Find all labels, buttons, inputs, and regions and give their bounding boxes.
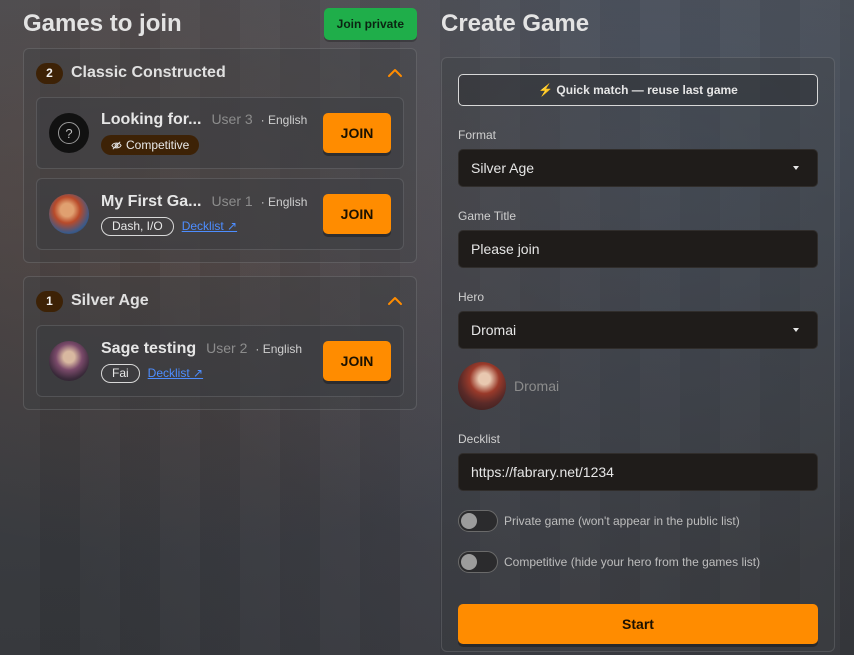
format-value: Silver Age bbox=[471, 160, 535, 176]
game-group-silver-age: 1 Silver Age Sage testing User 2 · Engli… bbox=[23, 276, 417, 410]
game-row: My First Ga... User 1 · English Dash, I/… bbox=[36, 178, 404, 250]
game-language: · English bbox=[260, 113, 308, 127]
format-select[interactable]: Silver Age bbox=[458, 149, 818, 187]
caret-down-icon bbox=[793, 328, 799, 332]
game-language: · English bbox=[255, 341, 303, 356]
caret-down-icon bbox=[793, 166, 799, 170]
hero-select[interactable]: Dromai bbox=[458, 311, 818, 349]
hero-preview-name: Dromai bbox=[514, 378, 560, 394]
private-game-row: Private game (won't appear in the public… bbox=[458, 509, 818, 533]
create-game-panel: Create Game ⚡ Quick match — reuse last g… bbox=[441, 0, 835, 652]
game-group-classic-constructed: 2 Classic Constructed ? Looking for... U… bbox=[23, 48, 417, 263]
hero-value: Dromai bbox=[471, 322, 517, 338]
game-host: User 3 bbox=[211, 111, 253, 127]
join-button[interactable]: JOIN bbox=[323, 113, 391, 153]
hero-avatar bbox=[49, 194, 89, 234]
decklist-label: Decklist bbox=[458, 432, 501, 446]
game-title: Sage testing bbox=[101, 339, 197, 357]
game-info: Looking for... User 3 · English Competit… bbox=[101, 111, 323, 155]
games-to-join-panel: Games to join Join private 2 Classic Con… bbox=[23, 0, 417, 423]
game-host: User 2 bbox=[206, 339, 248, 356]
chevron-up-icon[interactable] bbox=[386, 292, 404, 310]
create-game-form: ⚡ Quick match — reuse last game Format S… bbox=[441, 57, 835, 652]
hero-preview: Dromai bbox=[458, 362, 818, 410]
competitive-row: Competitive (hide your hero from the gam… bbox=[458, 550, 818, 574]
game-row: Sage testing User 2 · English Fai Deckli… bbox=[36, 325, 404, 397]
game-title-input[interactable]: Please join bbox=[458, 230, 818, 268]
game-title-label: Game Title bbox=[458, 209, 517, 223]
group-count-badge: 1 bbox=[36, 290, 63, 312]
join-button[interactable]: JOIN bbox=[323, 194, 391, 234]
unknown-hero-icon: ? bbox=[49, 113, 89, 153]
eye-off-icon bbox=[111, 141, 122, 149]
decklist-input[interactable]: https://fabrary.net/1234 bbox=[458, 453, 818, 491]
start-button[interactable]: Start bbox=[458, 604, 818, 644]
games-title: Games to join bbox=[23, 10, 182, 37]
competitive-label: Competitive (hide your hero from the gam… bbox=[504, 555, 761, 569]
group-title: Classic Constructed bbox=[71, 64, 226, 81]
game-host: User 1 bbox=[211, 192, 253, 209]
private-game-toggle[interactable] bbox=[458, 510, 498, 532]
join-button[interactable]: JOIN bbox=[323, 341, 391, 381]
group-header[interactable]: 1 Silver Age bbox=[36, 277, 404, 325]
quick-match-button[interactable]: ⚡ Quick match — reuse last game bbox=[458, 74, 818, 106]
hero-tag: Fai bbox=[101, 363, 140, 383]
create-header: Create Game bbox=[441, 0, 835, 48]
competitive-tag: Competitive bbox=[101, 135, 200, 155]
format-label: Format bbox=[458, 128, 497, 142]
group-header[interactable]: 2 Classic Constructed bbox=[36, 49, 404, 97]
create-title: Create Game bbox=[441, 10, 590, 37]
decklist-link[interactable]: Decklist ↗ bbox=[148, 366, 203, 380]
private-game-label: Private game (won't appear in the public… bbox=[504, 514, 740, 528]
group-count-badge: 2 bbox=[36, 62, 63, 84]
game-row: ? Looking for... User 3 · English Compet… bbox=[36, 97, 404, 169]
game-title-value: Please join bbox=[471, 241, 540, 257]
hero-avatar bbox=[49, 341, 89, 381]
chevron-up-icon[interactable] bbox=[386, 64, 404, 82]
game-info: My First Ga... User 1 · English Dash, I/… bbox=[101, 193, 323, 236]
hero-tag: Dash, I/O bbox=[101, 216, 174, 236]
game-language: · English bbox=[260, 194, 308, 209]
game-info: Sage testing User 2 · English Fai Deckli… bbox=[101, 340, 323, 383]
hero-label: Hero bbox=[458, 290, 485, 304]
game-title: My First Ga... bbox=[101, 192, 202, 210]
hero-portrait bbox=[458, 362, 506, 410]
games-header: Games to join Join private bbox=[23, 0, 417, 48]
join-private-button[interactable]: Join private bbox=[323, 8, 417, 40]
group-title: Silver Age bbox=[71, 292, 149, 309]
decklist-link[interactable]: Decklist ↗ bbox=[182, 219, 237, 233]
competitive-toggle[interactable] bbox=[458, 551, 498, 573]
game-title: Looking for... bbox=[101, 111, 202, 128]
decklist-value: https://fabrary.net/1234 bbox=[471, 464, 614, 480]
